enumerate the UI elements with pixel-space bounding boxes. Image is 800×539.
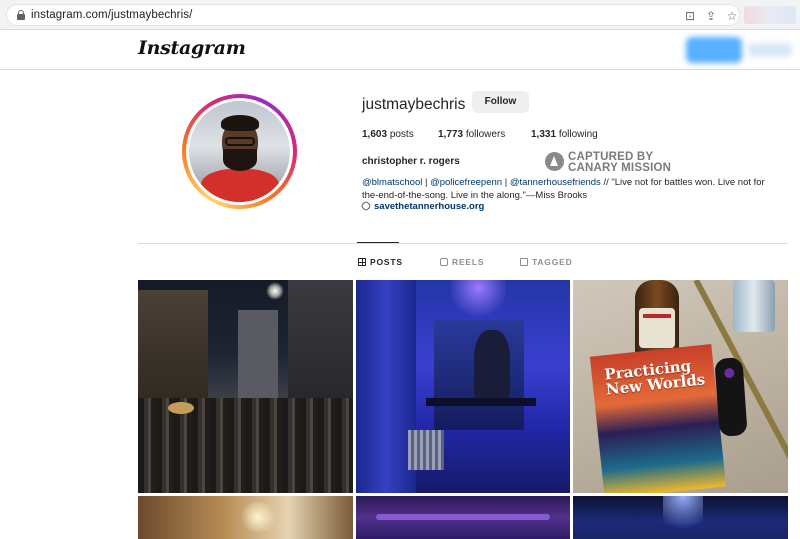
star-icon[interactable]: ☆ [725,9,739,23]
profile-username: justmaybechris [362,96,466,113]
instagram-header: Instagram [0,31,800,70]
post-thumbnail-6[interactable] [573,496,788,539]
reels-icon [440,258,448,266]
post-thumbnail-book[interactable]: Practicing New Worlds [573,280,788,493]
profile-full-name: christopher r. rogers [362,156,460,167]
login-button[interactable] [686,37,742,63]
bio-separator: | [422,177,431,188]
tab-posts[interactable]: POSTS [358,257,403,267]
post-thumbnail-street-crowd[interactable] [138,280,353,493]
link-icon [360,200,372,212]
url-text[interactable]: instagram.com/justmaybechris/ [31,9,192,21]
posts-label: posts [389,129,414,140]
tab-tagged[interactable]: TAGGED [520,257,573,267]
instagram-logo[interactable]: Instagram [138,37,246,59]
followers-count: 1,773 [438,129,464,140]
profile-avatar[interactable] [189,101,290,202]
active-tab-indicator [357,242,399,243]
bio-mention-tannerhousefriends[interactable]: @tannerhousefriends [510,177,601,188]
share-icon[interactable]: ⇪ [704,9,718,23]
tagged-icon [520,258,528,266]
tab-tagged-label: TAGGED [532,257,573,267]
bio-mention-blmatschool[interactable]: @blmatschool [362,177,422,188]
lock-icon[interactable] [17,10,25,20]
following-label: following [558,129,598,140]
followers-label: followers [465,129,506,140]
post-thumbnail-4[interactable] [138,496,353,539]
following-count: 1,331 [531,129,557,140]
address-bar[interactable]: instagram.com/justmaybechris/ ⊡ ⇪ ☆ [6,4,740,26]
tabs-divider [138,243,788,244]
browser-profile-avatar[interactable] [744,6,796,24]
bio-separator: | [502,177,510,188]
website-link-text[interactable]: savethetannerhouse.org [374,201,484,212]
tab-reels[interactable]: REELS [440,257,484,267]
browser-toolbar: instagram.com/justmaybechris/ ⊡ ⇪ ☆ [0,0,800,30]
post-thumbnail-5[interactable] [356,496,570,539]
profile-avatar-ring[interactable] [182,94,297,209]
canary-mission-watermark: CAPTURED BY CANARY MISSION [545,151,685,175]
post-thumbnail-dj-booth[interactable] [356,280,570,493]
followers-stat[interactable]: 1,773 followers [438,129,505,140]
following-stat[interactable]: 1,331 following [531,129,598,140]
install-icon[interactable]: ⊡ [683,9,697,23]
grid-icon [358,258,366,266]
profile-bio: @blmatschool | @policefreepenn | @tanner… [362,176,782,202]
bio-mention-policefreepenn[interactable]: @policefreepenn [430,177,502,188]
tab-posts-label: POSTS [370,257,403,267]
profile-website-link[interactable]: savethetannerhouse.org [360,200,484,212]
posts-count: 1,603 [362,129,388,140]
canary-logo-icon [545,152,564,171]
follow-button[interactable]: Follow [472,91,529,113]
signup-link[interactable] [748,43,792,57]
watermark-line-2: CANARY MISSION [568,162,672,174]
tab-reels-label: REELS [452,257,485,267]
posts-stat: 1,603 posts [362,129,414,140]
